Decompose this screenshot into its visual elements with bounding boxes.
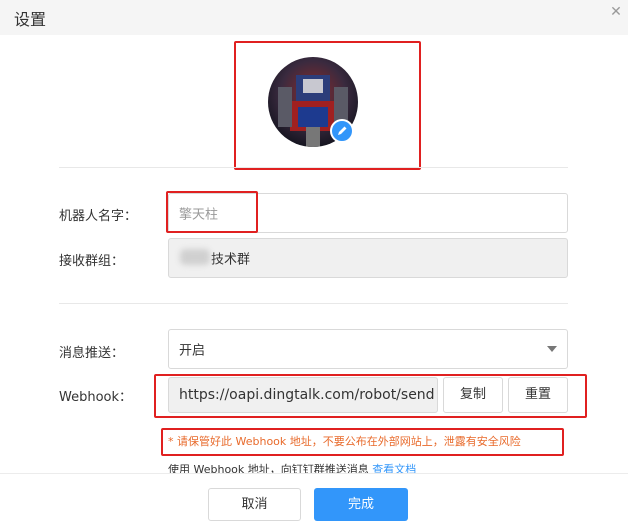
group-field: 技术群 [168,238,568,278]
webhook-field[interactable]: https://oapi.dingtalk.com/robot/send [168,377,438,413]
divider [59,303,568,304]
webhook-label: Webhook： [59,390,133,405]
finish-button[interactable]: 完成 [314,488,408,521]
close-icon[interactable]: ✕ [608,4,624,20]
dialog-header: 设置 ✕ [0,0,628,35]
webhook-value: https://oapi.dingtalk.com/robot/send [179,387,435,403]
reset-button[interactable]: 重置 [508,377,568,413]
push-label: 消息推送： [59,346,125,361]
divider [59,167,568,168]
push-select[interactable]: 开启 [168,329,568,369]
redacted-blur [180,249,210,265]
robot-avatar[interactable] [268,57,358,147]
robot-name-label: 机器人名字： [59,209,138,224]
pencil-icon[interactable] [330,119,354,143]
dialog-title: 设置 [14,10,47,29]
group-label: 接收群组： [59,254,125,269]
group-value: 技术群 [211,252,251,268]
robot-name-highlight-box [166,191,258,233]
webhook-warning: * 请保管好此 Webhook 地址，不要公布在外部网站上，泄露有安全风险 [168,435,521,448]
chevron-down-icon[interactable] [547,346,557,352]
cancel-button[interactable]: 取消 [208,488,301,521]
copy-button[interactable]: 复制 [443,377,503,413]
push-value: 开启 [179,343,206,359]
